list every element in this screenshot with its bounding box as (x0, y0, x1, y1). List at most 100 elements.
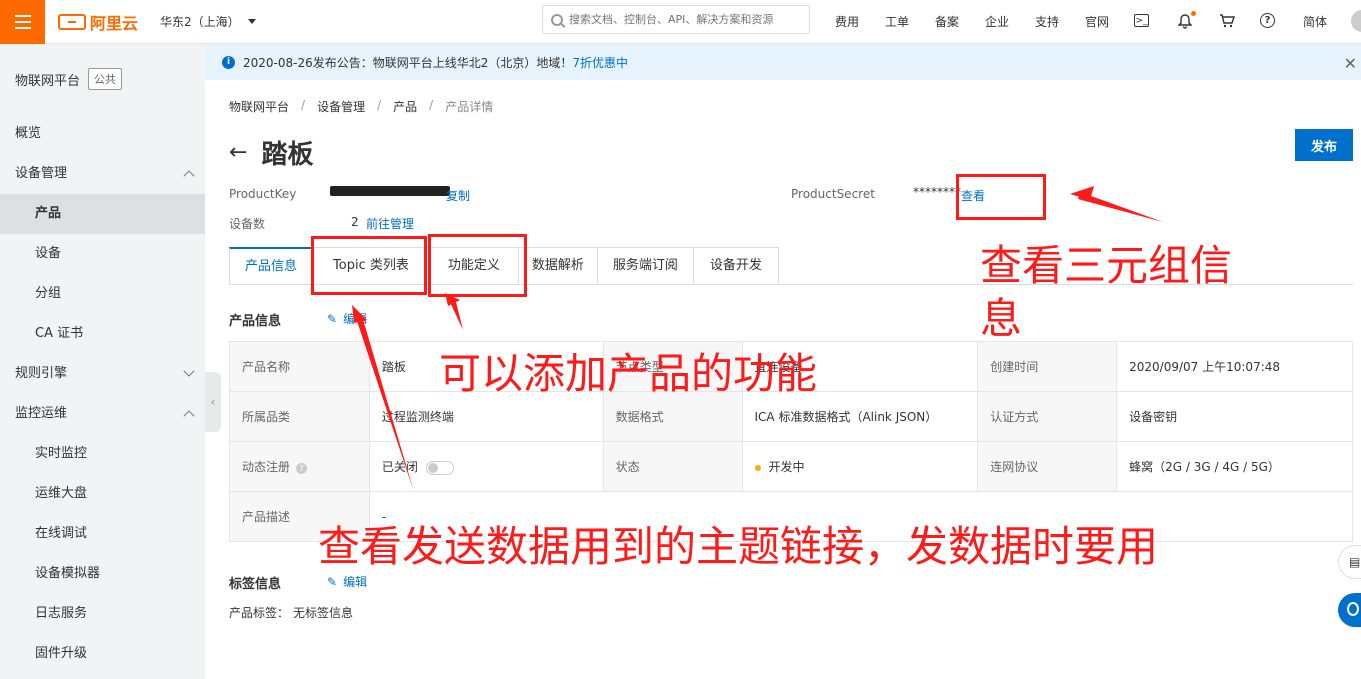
dynamic-register-toggle[interactable] (425, 460, 454, 475)
cell-label: 状态 (602, 441, 743, 492)
cell-value: 设备密钥 (1116, 391, 1353, 442)
bell-icon[interactable] (1176, 11, 1196, 30)
sidebar-item-products[interactable]: 产品 (0, 194, 205, 234)
tag-info-heading: 标签信息 (229, 577, 282, 592)
breadcrumb-iot-platform[interactable]: 物联网平台 (229, 98, 289, 115)
feedback-float-button[interactable]: ▤ (1338, 545, 1361, 579)
region-label: 华东2（上海） (160, 15, 240, 29)
nav-link-enterprise[interactable]: 企业 (985, 13, 1009, 30)
nav-link-support[interactable]: 支持 (1035, 13, 1059, 30)
product-key-masked-value (330, 186, 450, 196)
announcement-link[interactable]: 7折优惠中 (572, 54, 628, 71)
sidebar-item-monitoring[interactable]: 监控运维 (0, 394, 205, 434)
sidebar-item-label: 在线调试 (35, 526, 88, 541)
edit-label: 编辑 (343, 575, 368, 589)
announcement-bar: i 2020-08-26发布公告：物联网平台上线华北2（北京）地域！ 7折优惠中… (205, 44, 1361, 80)
caret-down-icon (247, 19, 256, 24)
nav-link-icp[interactable]: 备案 (935, 13, 959, 30)
sidebar-item-device-simulator[interactable]: 设备模拟器 (0, 554, 205, 594)
tab-product-info[interactable]: 产品信息 (229, 247, 314, 285)
pencil-icon: ✎ (327, 311, 338, 326)
device-count-label: 设备数 (229, 217, 266, 231)
product-tag-value: 无标签信息 (293, 606, 354, 620)
breadcrumb-device-management[interactable]: 设备管理 (317, 98, 365, 115)
publish-button[interactable]: 发布 (1295, 129, 1353, 161)
product-tag-label: 产品标签： (229, 606, 290, 620)
sidebar-item-label: 实时监控 (35, 446, 88, 461)
breadcrumb-separator: / (301, 98, 306, 112)
avatar[interactable] (1351, 10, 1361, 32)
arrow-to-secret (1078, 192, 1163, 222)
assistant-icon (1347, 602, 1359, 616)
close-icon[interactable]: ✕ (1344, 54, 1357, 73)
product-secret-value: ******** (913, 185, 961, 199)
sidebar-item-label: 日志服务 (35, 606, 88, 621)
tab-data-parsing[interactable]: 数据解析 (518, 247, 598, 285)
product-secret-label: ProductSecret (791, 187, 875, 201)
menu-icon[interactable] (0, 0, 45, 44)
cell-label: 动态注册 (242, 460, 291, 474)
go-manage-link[interactable]: 前往管理 (366, 215, 414, 232)
sidebar-item-ops-dashboard[interactable]: 运维大盘 (0, 474, 205, 514)
chevron-down-icon (183, 365, 195, 377)
sidebar-item-label: 设备模拟器 (35, 566, 101, 581)
arrow-to-function-tab (449, 298, 463, 330)
sidebar-item-label: 分组 (35, 286, 62, 301)
annotation-box-topic-tab (311, 236, 427, 295)
sidebar-item-overview[interactable]: 概览 (0, 114, 205, 154)
sidebar-item-label: 产品 (35, 206, 62, 221)
product-info-heading: 产品信息 (229, 314, 282, 329)
question-icon[interactable]: ? (296, 463, 308, 474)
sidebar-title-text: 物联网平台 (15, 73, 81, 89)
assistant-float-button[interactable] (1338, 593, 1361, 627)
breadcrumb-separator: / (377, 98, 382, 112)
search-input[interactable] (569, 13, 799, 26)
logo-mark-icon (58, 14, 86, 30)
annotation-add-function: 可以添加产品的功能 (439, 349, 818, 398)
tab-device-development[interactable]: 设备开发 (693, 247, 779, 285)
sidebar-item-devices[interactable]: 设备 (0, 234, 205, 274)
search-box[interactable] (542, 5, 810, 34)
sidebar-title: 物联网平台 公共 (15, 68, 123, 90)
nav-link-tickets[interactable]: 工单 (885, 13, 909, 30)
back-arrow-icon[interactable]: ← (229, 141, 247, 164)
language-switch[interactable]: 简体 (1303, 13, 1327, 30)
breadcrumb-products[interactable]: 产品 (393, 98, 417, 115)
cell-value: 2020/09/07 上午10:07:48 (1116, 341, 1353, 392)
copy-product-key-link[interactable]: 复制 (446, 187, 470, 204)
chat-icon: ▤ (1349, 555, 1361, 569)
chevron-up-icon (183, 410, 195, 422)
sidebar-item-rule-engine[interactable]: 规则引擎 (0, 354, 205, 394)
sidebar-item-label: 运维大盘 (35, 486, 88, 501)
sidebar-item-realtime-monitor[interactable]: 实时监控 (0, 434, 205, 474)
sidebar-collapse-handle[interactable]: ‹ (205, 372, 221, 432)
sidebar-item-log-service[interactable]: 日志服务 (0, 594, 205, 634)
sidebar-item-ca-cert[interactable]: CA 证书 (0, 314, 205, 354)
aliyun-logo[interactable]: 阿里云 (58, 11, 138, 33)
sidebar-item-label: 固件升级 (35, 646, 88, 661)
nav-link-fees[interactable]: 费用 (835, 13, 859, 30)
sidebar-item-firmware-upgrade[interactable]: 固件升级 (0, 634, 205, 674)
help-icon[interactable]: ? (1260, 13, 1275, 28)
terminal-icon[interactable]: >_ (1134, 14, 1149, 27)
cell-label: 所属品类 (229, 391, 370, 442)
edit-product-info-link[interactable]: ✎ 编辑 (327, 310, 367, 327)
cart-icon[interactable] (1218, 12, 1236, 30)
cell-label: 创建时间 (977, 341, 1118, 392)
sidebar-item-label: 规则引擎 (15, 366, 68, 381)
annotation-box-view-secret (956, 174, 1046, 220)
cell-value: 已关闭 (381, 460, 418, 474)
page-title: 踏板 (261, 140, 314, 170)
arrowhead-secret (1070, 186, 1094, 200)
cell-value: 蜂窝（2G / 3G / 4G / 5G） (1116, 441, 1353, 492)
tab-server-subscription[interactable]: 服务端订阅 (597, 247, 694, 285)
sidebar-item-online-debug[interactable]: 在线调试 (0, 514, 205, 554)
sidebar-item-groups[interactable]: 分组 (0, 274, 205, 314)
edit-tag-info-link[interactable]: ✎ 编辑 (327, 573, 367, 590)
sidebar-item-device-management[interactable]: 设备管理 (0, 154, 205, 194)
logo-text: 阿里云 (90, 14, 139, 33)
nav-link-official[interactable]: 官网 (1085, 13, 1109, 30)
cell-label: 认证方式 (977, 391, 1118, 442)
status-value-cell: 开发中 (741, 441, 979, 492)
region-selector[interactable]: 华东2（上海） (160, 13, 256, 30)
